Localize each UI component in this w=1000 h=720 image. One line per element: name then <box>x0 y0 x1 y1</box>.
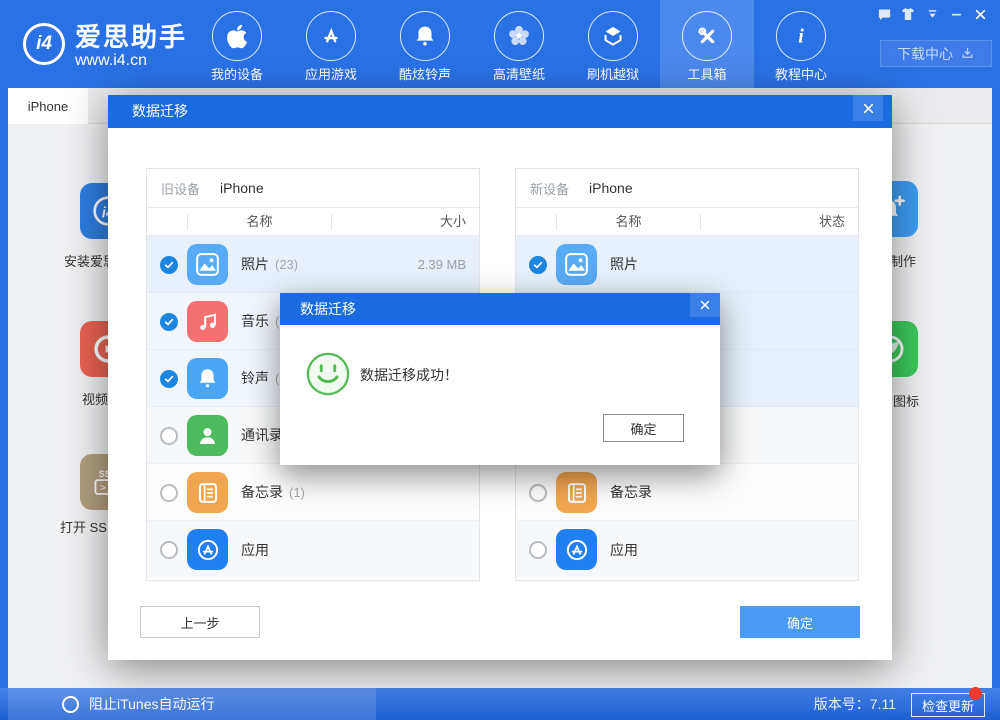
popup-ok-button[interactable]: 确定 <box>603 414 684 442</box>
itunes-toggle[interactable]: 阻止iTunes自动运行 <box>8 688 376 720</box>
video-tool-label: 视频 <box>82 389 108 408</box>
appstore-icon <box>306 11 356 61</box>
window-controls <box>876 6 988 22</box>
apps-icon <box>556 529 597 570</box>
ringtone-icon <box>187 358 228 399</box>
logo-i4-icon: i4 <box>23 23 65 65</box>
row-count: (23) <box>275 257 298 272</box>
bell-icon <box>400 11 450 61</box>
nav-tutorials[interactable]: i 教程中心 <box>754 0 848 88</box>
checkbox-checked[interactable] <box>160 370 178 388</box>
box-icon <box>588 11 638 61</box>
checkbox-unchecked[interactable] <box>529 541 547 559</box>
popup-close-icon[interactable] <box>690 293 720 317</box>
new-device-columns: 名称 状态 <box>516 208 858 236</box>
row-label: 铃声 <box>241 368 269 388</box>
old-device-columns: 名称 大小 <box>147 208 479 236</box>
table-row-photos[interactable]: 照片 (23) 2.39 MB <box>147 236 479 293</box>
app-logo: i4 爱思助手 www.i4.cn <box>23 23 187 71</box>
checkbox-unchecked[interactable] <box>160 541 178 559</box>
brand-name: 爱思助手 <box>75 23 187 51</box>
row-label: 照片 <box>241 254 269 274</box>
version-label: 版本号：7.11 <box>814 688 896 720</box>
nav-toolbox[interactable]: 工具箱 <box>660 0 754 88</box>
popup-titlebar: 数据迁移 <box>280 293 720 325</box>
flower-icon <box>494 11 544 61</box>
photos-icon <box>556 244 597 285</box>
notes-icon <box>187 472 228 513</box>
tab-iphone[interactable]: iPhone <box>8 88 88 124</box>
table-row-apps[interactable]: 应用 <box>147 521 479 578</box>
nav-my-devices[interactable]: 我的设备 <box>190 0 284 88</box>
collapse-icon[interactable] <box>924 6 940 22</box>
nav-ringtones[interactable]: 酷炫铃声 <box>378 0 472 88</box>
close-icon[interactable] <box>972 6 988 22</box>
download-center-button[interactable]: 下载中心 <box>880 40 992 67</box>
new-device-header: 新设备 iPhone <box>516 169 858 208</box>
row-label: 备忘录 <box>241 482 283 502</box>
popup-title: 数据迁移 <box>300 293 356 325</box>
row-label: 应用 <box>610 540 638 560</box>
radio-unchecked-icon[interactable] <box>62 696 79 713</box>
nav-flash-jailbreak[interactable]: 刷机越狱 <box>566 0 660 88</box>
table-row-photos[interactable]: 照片 <box>516 236 858 293</box>
feedback-icon[interactable] <box>876 6 892 22</box>
checkbox-checked[interactable] <box>160 256 178 274</box>
nav-wallpapers[interactable]: 高清壁纸 <box>472 0 566 88</box>
success-popup: 数据迁移 数据迁移成功！ 确定 <box>280 293 720 465</box>
table-row-notes[interactable]: 备忘录 <box>516 464 858 521</box>
brand-site: www.i4.cn <box>75 51 187 71</box>
dialog-titlebar: 数据迁移 <box>108 95 892 128</box>
change-icon-tool-label: 图标 <box>893 391 919 410</box>
checkbox-unchecked[interactable] <box>160 484 178 502</box>
dialog-close-icon[interactable] <box>853 95 883 121</box>
dialog-ok-button[interactable]: 确定 <box>740 606 860 638</box>
back-button[interactable]: 上一步 <box>140 606 260 638</box>
old-device-header: 旧设备 iPhone <box>147 169 479 208</box>
main-nav: 我的设备 应用游戏 酷炫铃声 高清壁纸 刷机越狱 <box>190 0 848 88</box>
apple-icon <box>212 11 262 61</box>
success-smiley-icon <box>305 351 351 402</box>
svg-text:i: i <box>798 25 804 47</box>
checkbox-checked[interactable] <box>529 256 547 274</box>
row-count: (1) <box>289 485 305 500</box>
app-header: i4 爱思助手 www.i4.cn 我的设备 应用游戏 酷炫铃声 <box>0 0 1000 88</box>
contacts-icon <box>187 415 228 456</box>
row-label: 照片 <box>610 254 638 274</box>
minimize-icon[interactable] <box>948 6 964 22</box>
checkbox-unchecked[interactable] <box>529 484 547 502</box>
update-badge-dot <box>969 687 982 700</box>
row-label: 音乐 <box>241 311 269 331</box>
dialog-title: 数据迁移 <box>132 95 188 128</box>
status-bar: 阻止iTunes自动运行 版本号：7.11 检查更新 <box>0 688 1000 720</box>
row-label: 应用 <box>241 540 269 560</box>
ringtone-maker-tool-label: 制作 <box>890 251 916 270</box>
download-icon <box>960 46 975 61</box>
ssh-tool-label: 打开 SS <box>60 517 107 536</box>
skin-icon[interactable] <box>900 6 916 22</box>
music-icon <box>187 301 228 342</box>
info-icon: i <box>776 11 826 61</box>
row-label: 备忘录 <box>610 482 652 502</box>
nav-apps-games[interactable]: 应用游戏 <box>284 0 378 88</box>
table-row-apps[interactable]: 应用 <box>516 521 858 578</box>
row-size: 2.39 MB <box>418 257 466 272</box>
photos-icon <box>187 244 228 285</box>
tools-icon <box>682 11 732 61</box>
checkbox-checked[interactable] <box>160 313 178 331</box>
row-label: 通讯录 <box>241 425 283 445</box>
popup-message: 数据迁移成功！ <box>360 365 458 385</box>
notes-icon <box>556 472 597 513</box>
itunes-toggle-label: 阻止iTunes自动运行 <box>89 694 215 714</box>
table-row-notes[interactable]: 备忘录 (1) <box>147 464 479 521</box>
checkbox-unchecked[interactable] <box>160 427 178 445</box>
apps-icon <box>187 529 228 570</box>
